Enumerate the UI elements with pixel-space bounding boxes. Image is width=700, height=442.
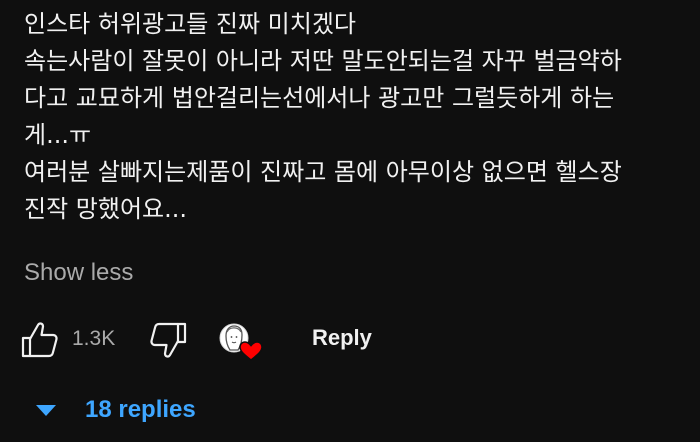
comment-line: 속는사람이 잘못이 아니라 저딴 말도안되는걸 자꾸 벌금약하 (24, 47, 622, 75)
replies-count-label: 18 replies (85, 396, 196, 423)
dislike-button[interactable] (148, 318, 188, 362)
comment-line: 여러분 살빠지는제품이 진짜고 몸에 아무이상 없으면 헬스장 (24, 158, 622, 186)
comment-line: 진작 망했어요... (24, 195, 187, 223)
thumbs-down-icon (150, 322, 187, 358)
comment-line: 인스타 허위광고들 진짜 미치겠다 (24, 10, 357, 38)
comment-action-bar: 1.3K Reply (20, 318, 680, 362)
view-replies-button[interactable]: 18 replies (34, 392, 234, 428)
creator-heart-badge (218, 320, 264, 364)
show-less-button[interactable]: Show less (24, 256, 133, 290)
reply-button[interactable]: Reply (312, 322, 372, 354)
like-button[interactable] (20, 318, 60, 362)
like-count: 1.3K (72, 327, 116, 350)
comment-line: 다고 교묘하게 법안걸리는선에서나 광고만 그럴듯하게 하는 (24, 84, 615, 112)
comment-text: 인스타 허위광고들 진짜 미치겠다 속는사람이 잘못이 아니라 저딴 말도안되는… (24, 6, 684, 228)
caret-down-icon (36, 405, 56, 416)
thumbs-up-icon (21, 322, 58, 358)
creator-heart-icon (219, 323, 263, 361)
comment-line: 게...ㅠ (24, 121, 92, 149)
